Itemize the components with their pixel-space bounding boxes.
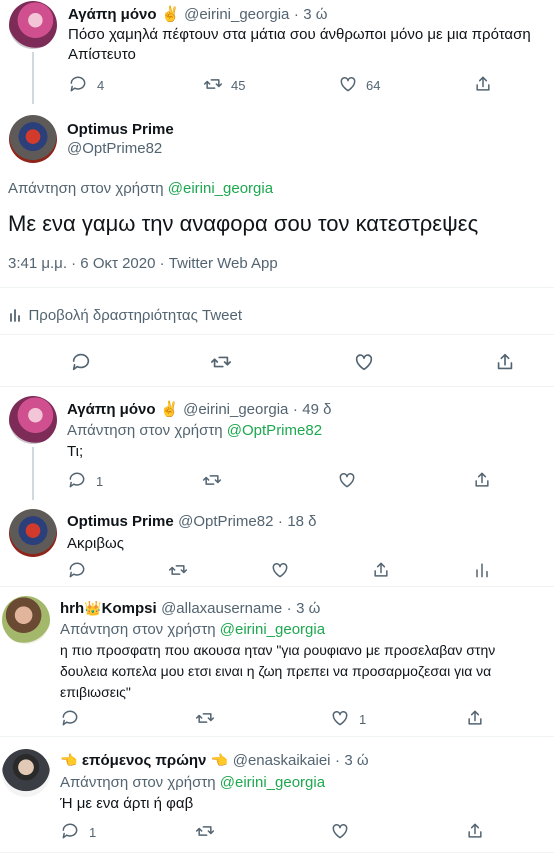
share-icon[interactable] <box>371 560 391 580</box>
victory-emoji: ✌ <box>160 6 180 23</box>
author-handle[interactable]: @eirini_georgia <box>183 401 288 418</box>
author-handle[interactable]: @allaxausername <box>161 600 282 617</box>
thread-line <box>32 52 34 104</box>
bar-chart-icon <box>10 309 20 322</box>
reply-prefix: Απάντηση στον χρήστη <box>67 422 223 439</box>
timestamp[interactable]: 49 δ <box>302 401 331 418</box>
tweet-meta[interactable]: 3:41 μ.μ. · 6 Οκτ 2020 · Twitter Web App <box>8 255 278 272</box>
avatar[interactable] <box>9 115 57 163</box>
retweet-icon[interactable] <box>202 470 222 490</box>
reply-count: 1 <box>96 474 104 489</box>
activity-label: Προβολή δραστηριότητας Tweet <box>28 307 242 324</box>
divider <box>0 736 554 737</box>
author-handle[interactable]: @enaskaikaiei <box>233 752 331 769</box>
avatar[interactable] <box>2 749 50 797</box>
divider <box>0 586 554 587</box>
timestamp[interactable]: 18 δ <box>287 513 316 530</box>
avatar[interactable] <box>9 1 57 49</box>
like-icon[interactable] <box>330 821 350 841</box>
retweet-count: 45 <box>231 78 246 93</box>
avatar[interactable] <box>2 596 50 644</box>
reply-to-link[interactable]: @eirini_georgia <box>220 774 325 791</box>
share-icon[interactable] <box>465 708 485 728</box>
reply-icon[interactable] <box>60 708 80 728</box>
divider <box>0 287 554 288</box>
victory-emoji: ✌ <box>159 401 179 418</box>
pointing-hand-emoji: 👈 <box>60 752 78 768</box>
author-name-part2[interactable]: Kompsi <box>102 600 157 617</box>
author-name[interactable]: Αγάπη μόνο <box>68 6 157 23</box>
reply-count: 4 <box>97 78 105 93</box>
share-icon[interactable] <box>472 470 492 490</box>
author-handle[interactable]: @OptPrime82 <box>178 513 273 530</box>
reply-icon[interactable] <box>67 560 87 580</box>
like-count: 64 <box>366 78 381 93</box>
author-name[interactable]: επόμενος πρώην <box>82 752 206 769</box>
reply-count: 1 <box>89 825 97 840</box>
like-icon[interactable] <box>330 708 350 728</box>
reply-prefix: Απάντηση στον χρήστη <box>60 774 216 791</box>
tweet-text-line3: επιβιωσεις" <box>60 684 131 700</box>
share-icon[interactable] <box>494 351 516 373</box>
analytics-icon[interactable] <box>472 560 492 580</box>
reply-icon[interactable] <box>68 74 88 94</box>
like-count: 1 <box>359 712 367 727</box>
author-name[interactable]: Αγάπη μόνο <box>67 401 156 418</box>
like-icon[interactable] <box>338 74 358 94</box>
tweet-text: Τι; <box>67 443 84 460</box>
retweet-icon[interactable] <box>203 74 223 94</box>
tweet-text: Πόσο χαμηλά πέφτουν στα μάτια σου άνθρωπ… <box>68 26 531 43</box>
timestamp[interactable]: 3 ώ <box>303 6 327 23</box>
reply-to-link[interactable]: @eirini_georgia <box>220 621 325 638</box>
reply-to-link[interactable]: @OptPrime82 <box>227 422 322 439</box>
divider <box>0 386 554 387</box>
reply-icon[interactable] <box>60 821 80 841</box>
avatar[interactable] <box>9 509 57 557</box>
tweet-text: η πιο προσφατη που ακουσα ηταν "για ρουφ… <box>60 642 496 658</box>
thread-line <box>32 447 34 500</box>
reply-to-link[interactable]: @eirini_georgia <box>168 180 273 197</box>
crown-emoji: 👑 <box>84 600 102 616</box>
tweet-text-line2: δουλεια κοπελα μου ετσι ειναι η ζωη πρεπ… <box>60 663 492 679</box>
retweet-icon[interactable] <box>210 351 232 373</box>
divider <box>0 852 554 853</box>
share-icon[interactable] <box>473 74 493 94</box>
tweet-text-line2: Απίστευτο <box>68 46 136 63</box>
reply-prefix: Απάντηση στον χρήστη <box>60 621 216 638</box>
tweet-text: Ή με ενα άρτι ή φαβ <box>60 795 194 812</box>
timestamp[interactable]: 3 ώ <box>344 752 368 769</box>
retweet-icon[interactable] <box>195 708 215 728</box>
author-handle[interactable]: @OptPrime82 <box>67 140 162 157</box>
author-handle[interactable]: @eirini_georgia <box>184 6 289 23</box>
avatar[interactable] <box>9 396 57 444</box>
divider <box>0 334 554 335</box>
author-name[interactable]: Optimus Prime <box>67 121 174 138</box>
retweet-icon[interactable] <box>195 821 215 841</box>
author-name[interactable]: Optimus Prime <box>67 513 174 530</box>
tweet-activity-link[interactable]: Προβολή δραστηριότητας Tweet <box>8 304 242 325</box>
reply-prefix: Απάντηση στον χρήστη <box>8 180 164 197</box>
pointing-hand-emoji: 👈 <box>210 752 229 768</box>
main-tweet-text: Με ενα γαμω την αναφορα σου τον κατεστρε… <box>8 211 479 236</box>
reply-icon[interactable] <box>70 351 92 373</box>
share-icon[interactable] <box>465 821 485 841</box>
timestamp[interactable]: 3 ώ <box>296 600 320 617</box>
like-icon[interactable] <box>270 560 290 580</box>
like-icon[interactable] <box>337 470 357 490</box>
reply-icon[interactable] <box>67 470 87 490</box>
like-icon[interactable] <box>353 351 375 373</box>
tweet-text: Ακριβως <box>67 535 124 552</box>
retweet-icon[interactable] <box>168 560 188 580</box>
author-name-part1[interactable]: hrh <box>60 600 84 617</box>
